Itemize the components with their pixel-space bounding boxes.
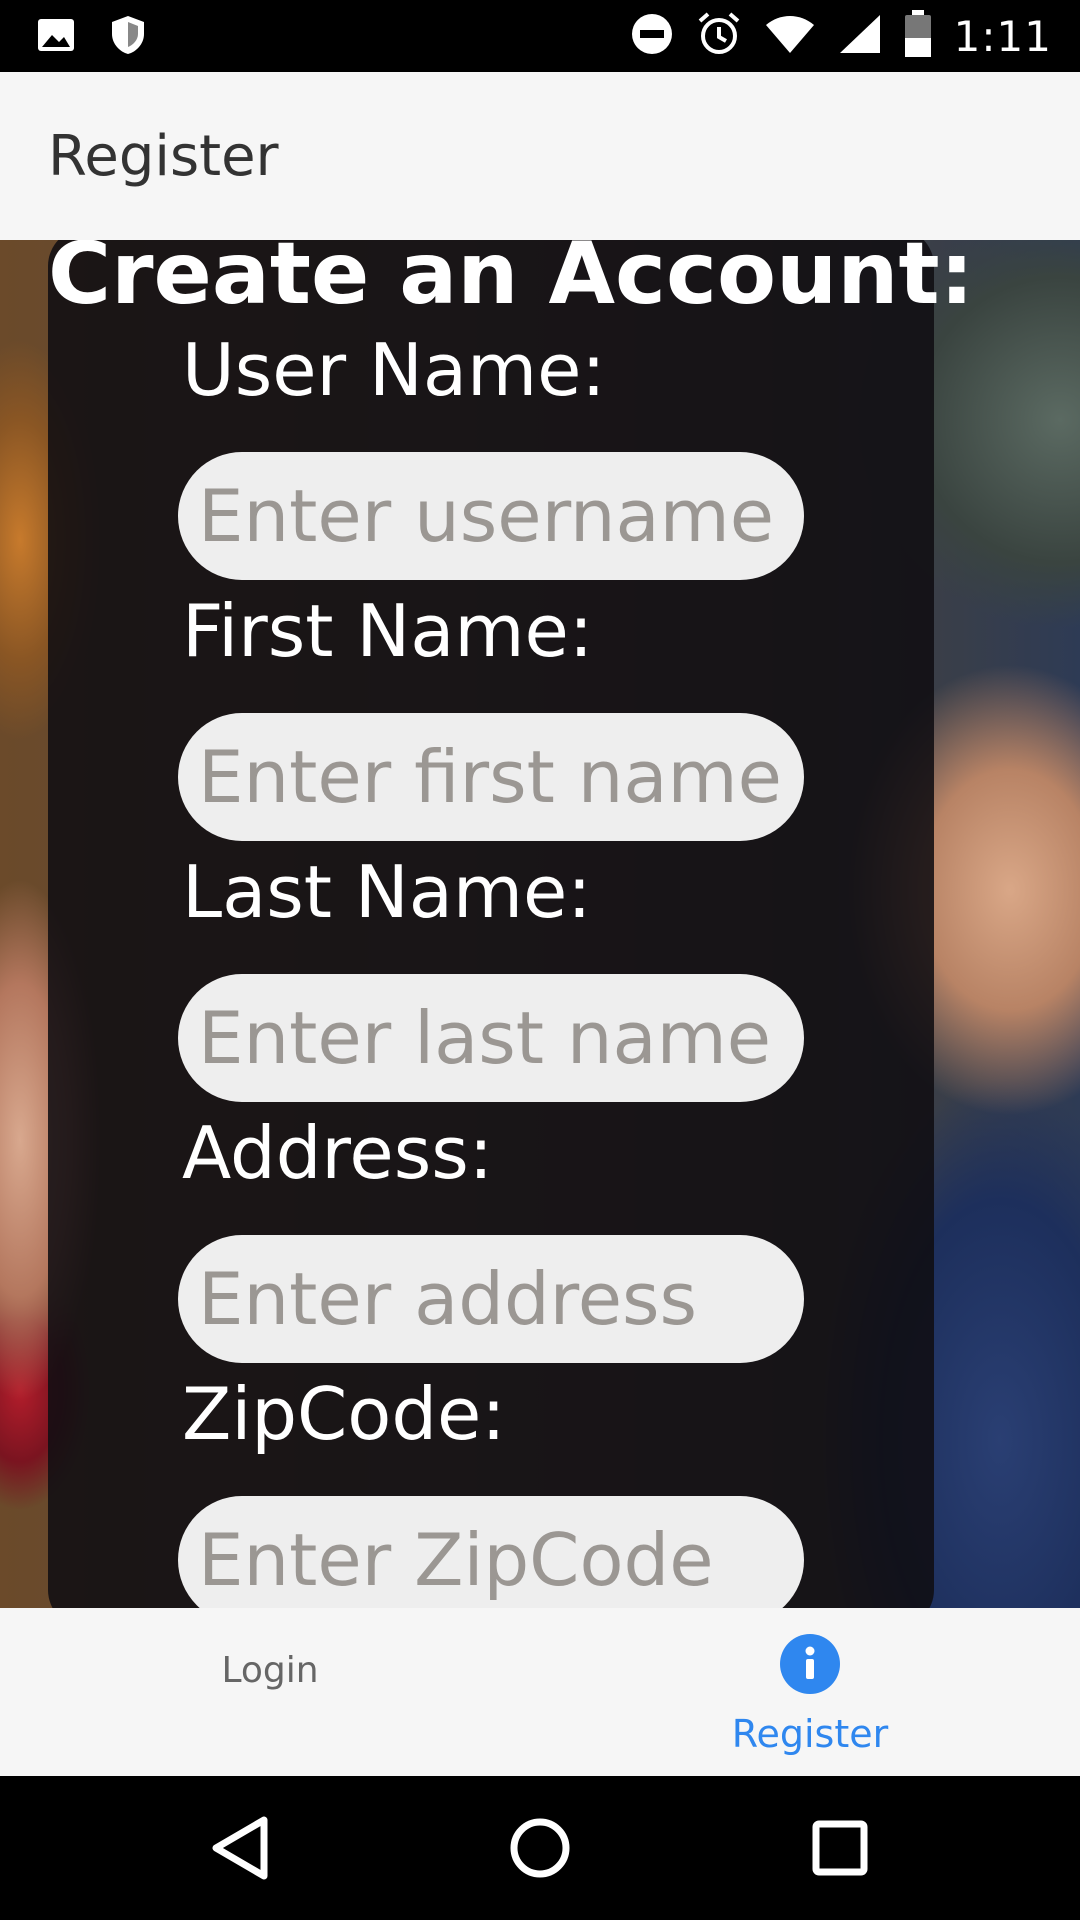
username-label: User Name:: [182, 328, 606, 412]
image-icon: [36, 15, 76, 59]
home-icon[interactable]: [492, 1800, 588, 1896]
recents-icon[interactable]: [792, 1800, 888, 1896]
info-icon: [780, 1634, 840, 1694]
status-bar: 1:11: [0, 0, 1080, 72]
address-input[interactable]: [178, 1235, 804, 1363]
address-label: Address:: [182, 1111, 493, 1195]
shield-icon: [110, 14, 146, 60]
form-heading: Create an Account:: [48, 240, 975, 324]
page-title: Register: [48, 124, 279, 189]
cell-signal-icon: [838, 13, 882, 59]
first-name-label: First Name:: [182, 589, 594, 673]
last-name-label: Last Name:: [182, 850, 592, 934]
tab-register[interactable]: Register: [540, 1608, 1080, 1776]
system-nav-bar: [0, 1776, 1080, 1920]
last-name-input[interactable]: [178, 974, 804, 1102]
register-form-card: Create an Account: User Name: First Name…: [48, 240, 975, 1608]
zipcode-label: ZipCode:: [182, 1372, 506, 1456]
bottom-tab-bar: Login Register: [0, 1608, 1080, 1776]
tab-login-label: Login: [221, 1650, 319, 1691]
do-not-disturb-icon: [630, 12, 674, 60]
first-name-input[interactable]: [178, 713, 804, 841]
username-input[interactable]: [178, 452, 804, 580]
clock-time: 1:11: [953, 11, 1052, 61]
back-icon[interactable]: [194, 1800, 290, 1896]
tab-register-label: Register: [731, 1712, 889, 1756]
tab-login[interactable]: Login: [0, 1608, 540, 1776]
battery-icon: [904, 10, 932, 62]
alarm-icon: [696, 11, 742, 61]
app-header: Register: [0, 72, 1080, 240]
wifi-icon: [764, 13, 816, 59]
background-photo: Create an Account: User Name: First Name…: [0, 240, 1080, 1608]
zipcode-input[interactable]: [178, 1496, 804, 1608]
